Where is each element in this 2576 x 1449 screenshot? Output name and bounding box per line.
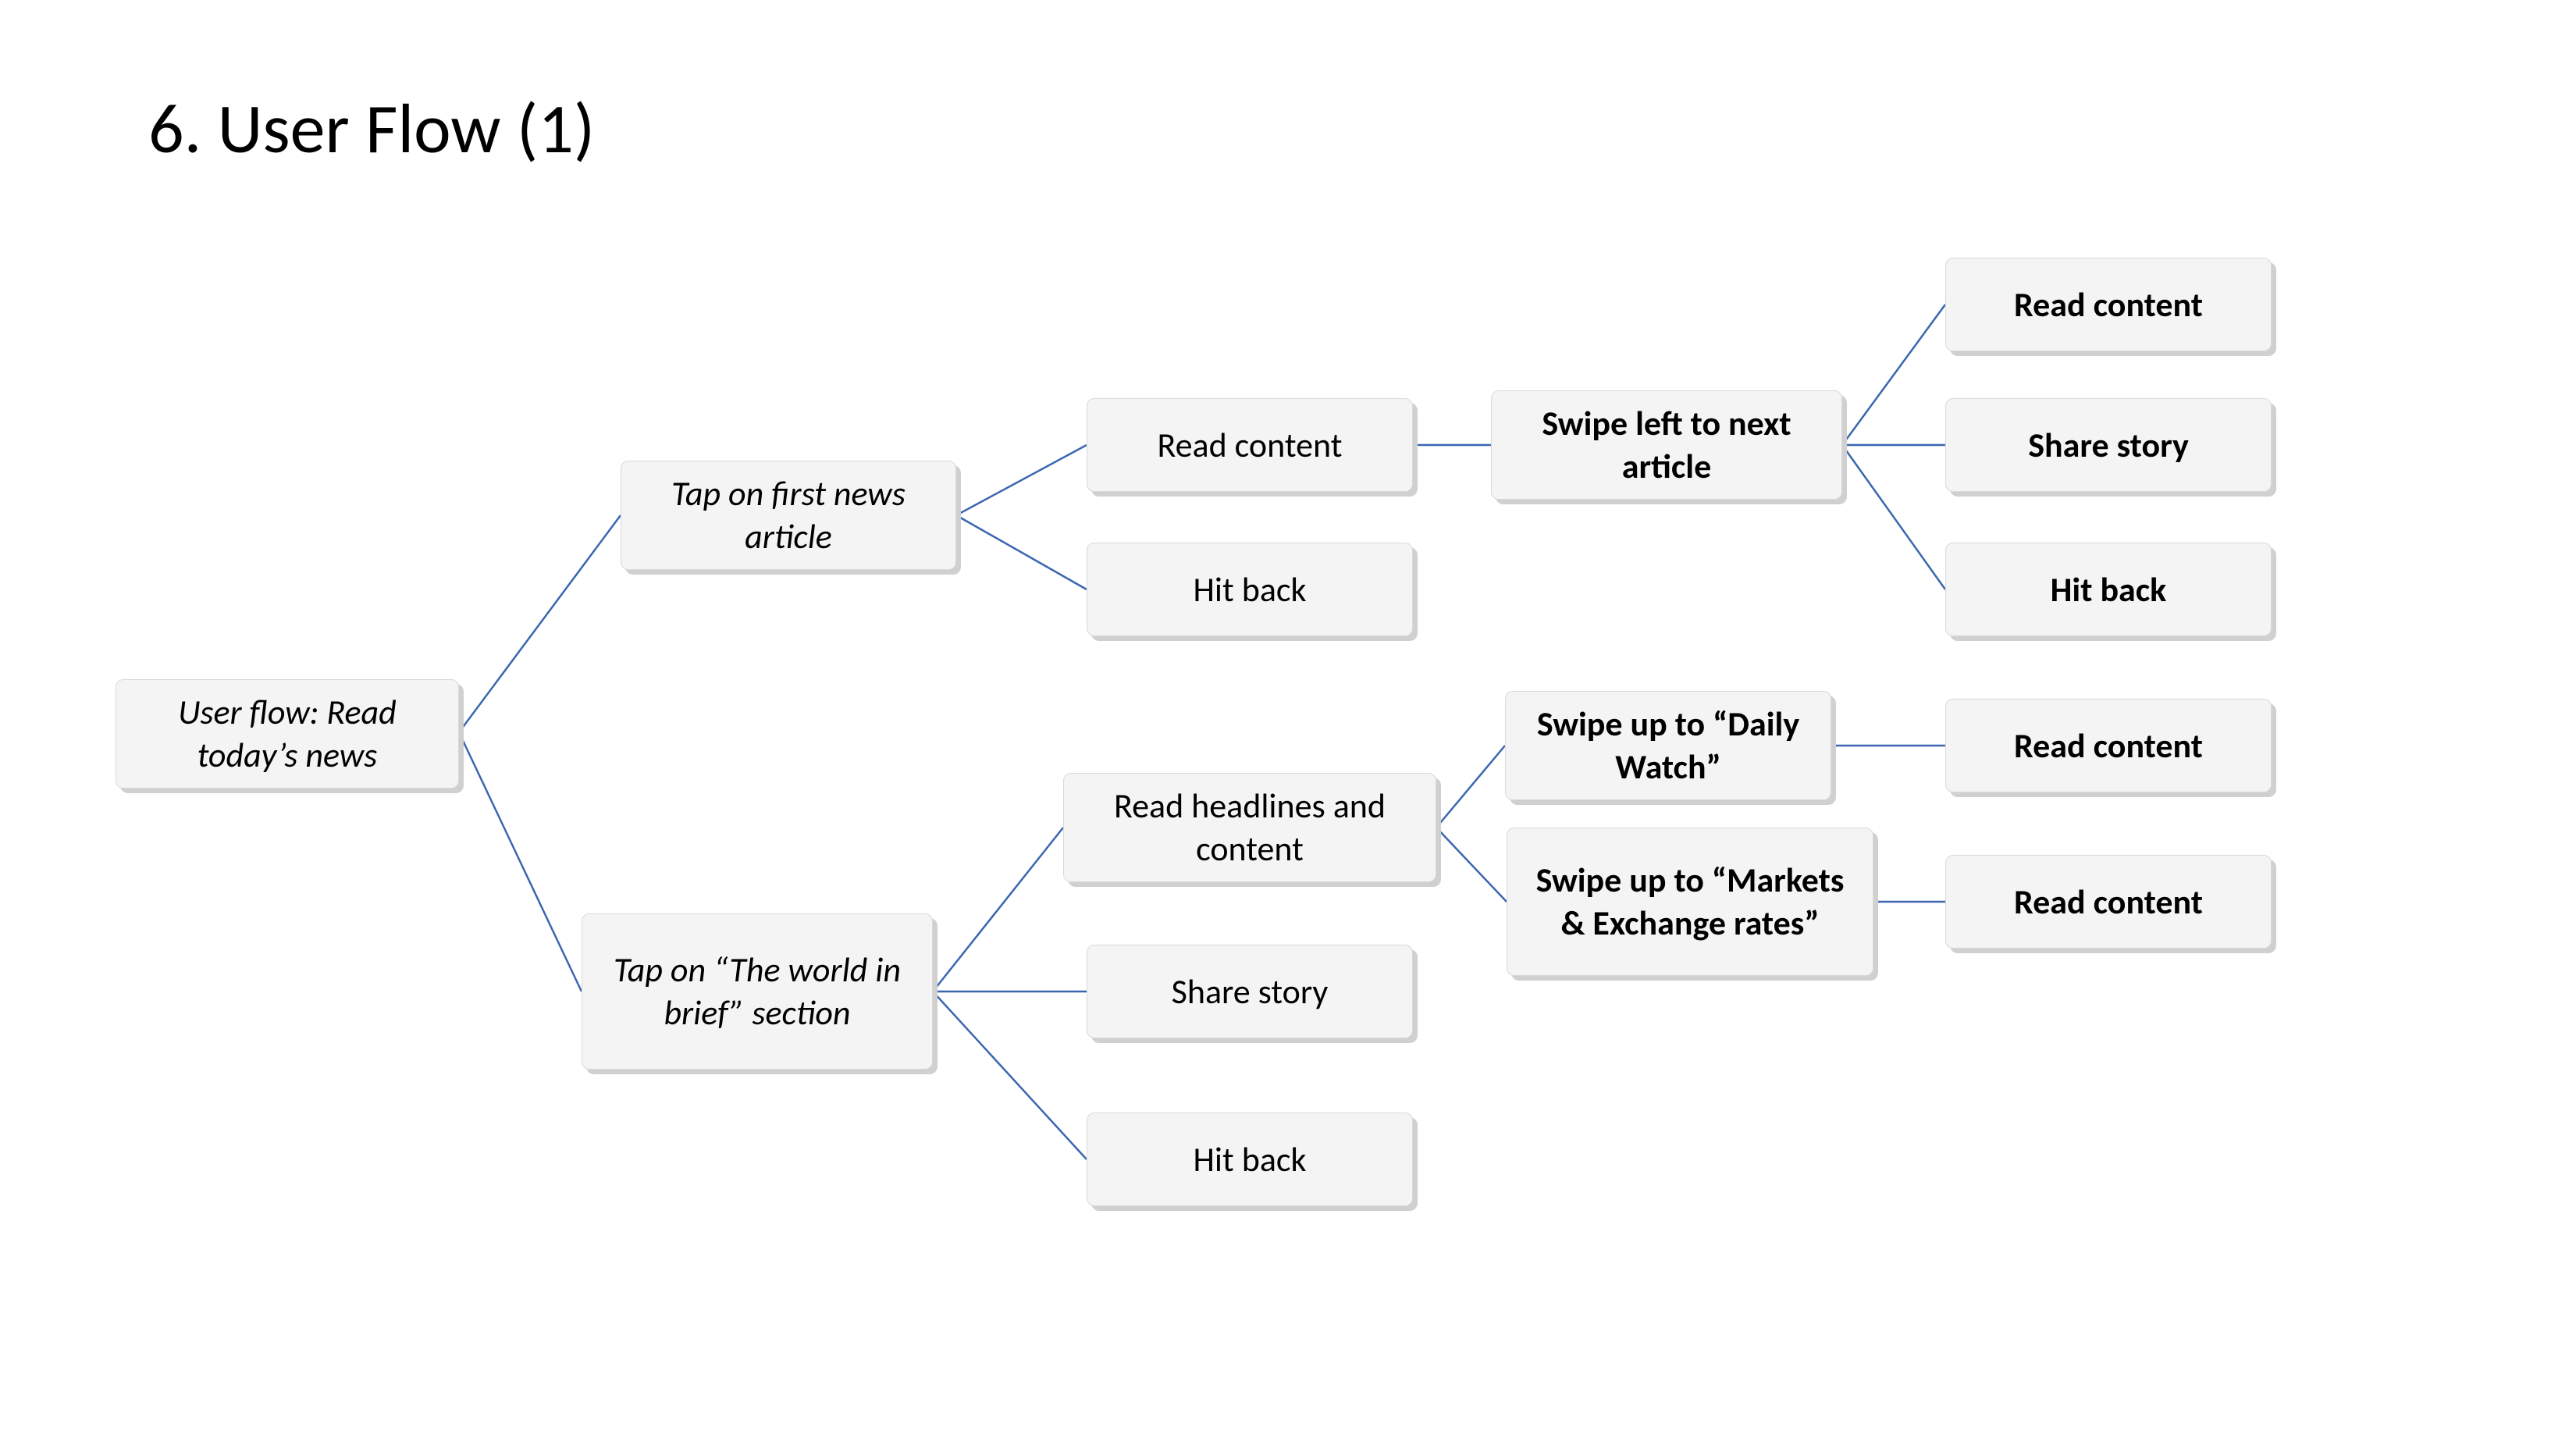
node-swipe-markets: Swipe up to “Markets & Exchange rates” (1507, 828, 1873, 976)
node-tap-first-article: Tap on first news article (621, 461, 956, 570)
node-read-content-1: Read content (1087, 398, 1413, 492)
node-swipe-left-next: Swipe left to next article (1491, 390, 1842, 500)
node-root: User flow: Read today’s news (116, 679, 459, 789)
node-share-story-2: Share story (1087, 945, 1413, 1038)
node-share-story-3: Share story (1945, 398, 2272, 492)
slide-title: 6. User Flow (1) (148, 86, 595, 172)
node-read-content-3: Read content (1945, 258, 2272, 351)
node-swipe-daily-watch: Swipe up to “Daily Watch” (1505, 691, 1831, 800)
node-hit-back-1: Hit back (1087, 543, 1413, 636)
node-hit-back-2: Hit back (1087, 1113, 1413, 1206)
slide: 6. User Flow (1) User flow: Read toda (0, 0, 2576, 1449)
node-hit-back-3: Hit back (1945, 543, 2272, 636)
node-read-content-5: Read content (1945, 855, 2272, 949)
node-read-content-4: Read content (1945, 699, 2272, 792)
node-read-headlines: Read headlines and content (1063, 773, 1436, 882)
node-tap-world-in-brief: Tap on “The world in brief” section (582, 913, 933, 1070)
